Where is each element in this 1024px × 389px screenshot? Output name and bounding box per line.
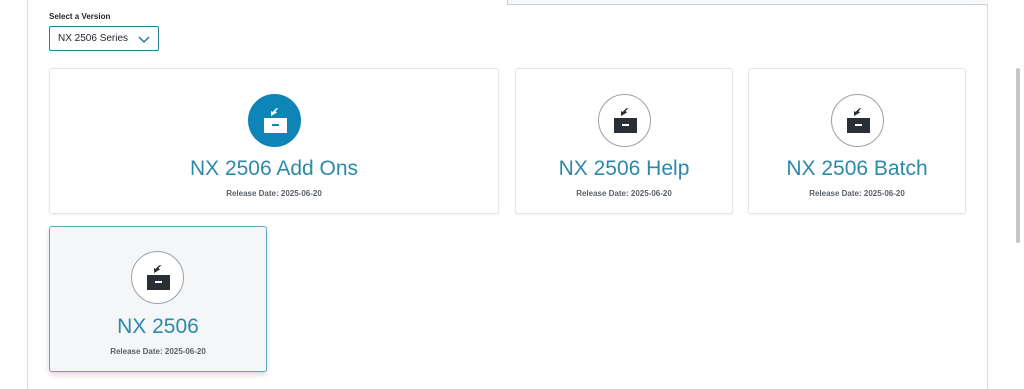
version-select[interactable]: NX 2506 Series xyxy=(49,26,159,51)
downloads-page: Select a Version NX 2506 Series NX 2506 … xyxy=(0,0,1024,389)
product-card-add-ons[interactable]: NX 2506 Add Ons Release Date: 2025-06-20 xyxy=(49,68,499,214)
top-panel-edge xyxy=(507,0,988,5)
download-box-icon xyxy=(131,251,184,304)
scrollbar[interactable] xyxy=(1014,60,1022,246)
content-left-border xyxy=(27,0,28,389)
card-title: NX 2506 xyxy=(117,315,199,338)
download-box-icon xyxy=(598,94,651,147)
scrollbar-thumb[interactable] xyxy=(1016,68,1020,243)
card-title: NX 2506 Batch xyxy=(786,157,928,180)
chevron-down-icon xyxy=(138,36,150,44)
product-card-batch[interactable]: NX 2506 Batch Release Date: 2025-06-20 xyxy=(748,68,966,214)
card-title: NX 2506 Add Ons xyxy=(189,157,359,180)
content-right-border xyxy=(987,0,988,389)
version-select-value: NX 2506 Series xyxy=(58,33,129,44)
version-select-label: Select a Version xyxy=(49,12,111,21)
card-release-date: Release Date: 2025-06-20 xyxy=(226,189,322,198)
card-release-date: Release Date: 2025-06-20 xyxy=(809,189,905,198)
product-card-nx-2506[interactable]: NX 2506 Release Date: 2025-06-20 xyxy=(49,226,267,372)
download-box-icon xyxy=(831,94,884,147)
card-release-date: Release Date: 2025-06-20 xyxy=(110,347,206,356)
card-title: NX 2506 Help xyxy=(558,157,690,180)
card-release-date: Release Date: 2025-06-20 xyxy=(576,189,672,198)
download-box-icon xyxy=(248,94,301,147)
product-card-help[interactable]: NX 2506 Help Release Date: 2025-06-20 xyxy=(515,68,733,214)
